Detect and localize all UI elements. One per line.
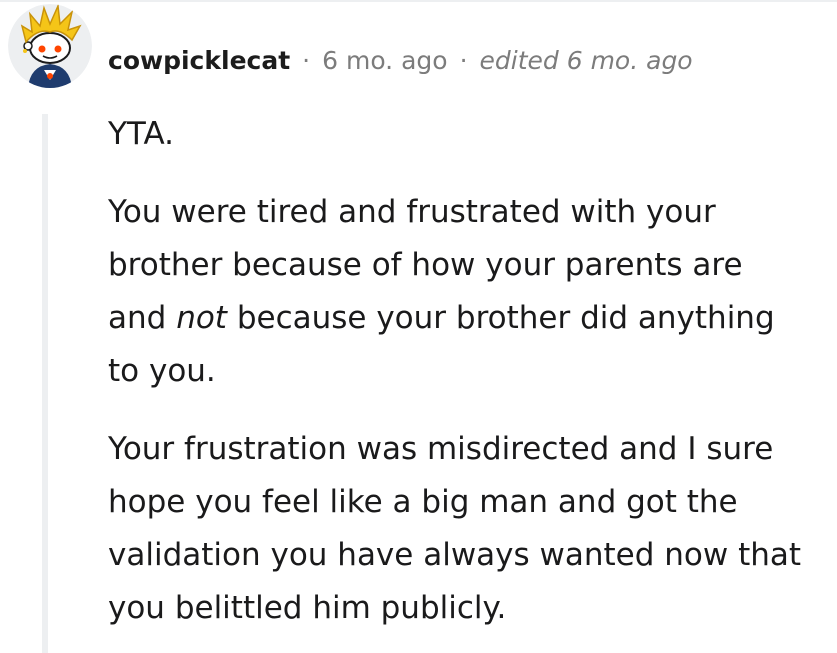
comment-body: YTA. You were tired and frustrated with … <box>108 108 808 635</box>
comment-meta: cowpicklecat · 6 mo. ago · edited 6 mo. … <box>108 40 693 80</box>
top-divider <box>0 0 837 2</box>
username-link[interactable]: cowpicklecat <box>108 46 290 75</box>
comment-paragraph: Your frustration was misdirected and I s… <box>108 431 802 626</box>
meta-separator: · <box>302 45 311 75</box>
reddit-snoo-avatar-icon <box>8 4 92 88</box>
edited-label: edited 6 mo. ago <box>479 45 693 75</box>
thread-collapse-line[interactable] <box>42 114 48 653</box>
comment-paragraph: YTA. <box>108 116 174 152</box>
meta-separator: · <box>459 45 468 75</box>
emphasis-text: not <box>176 300 227 336</box>
comment-paragraph: You were tired and frustrated with your … <box>108 186 808 398</box>
user-avatar[interactable] <box>8 4 92 88</box>
comment-timestamp[interactable]: 6 mo. ago <box>322 46 447 75</box>
